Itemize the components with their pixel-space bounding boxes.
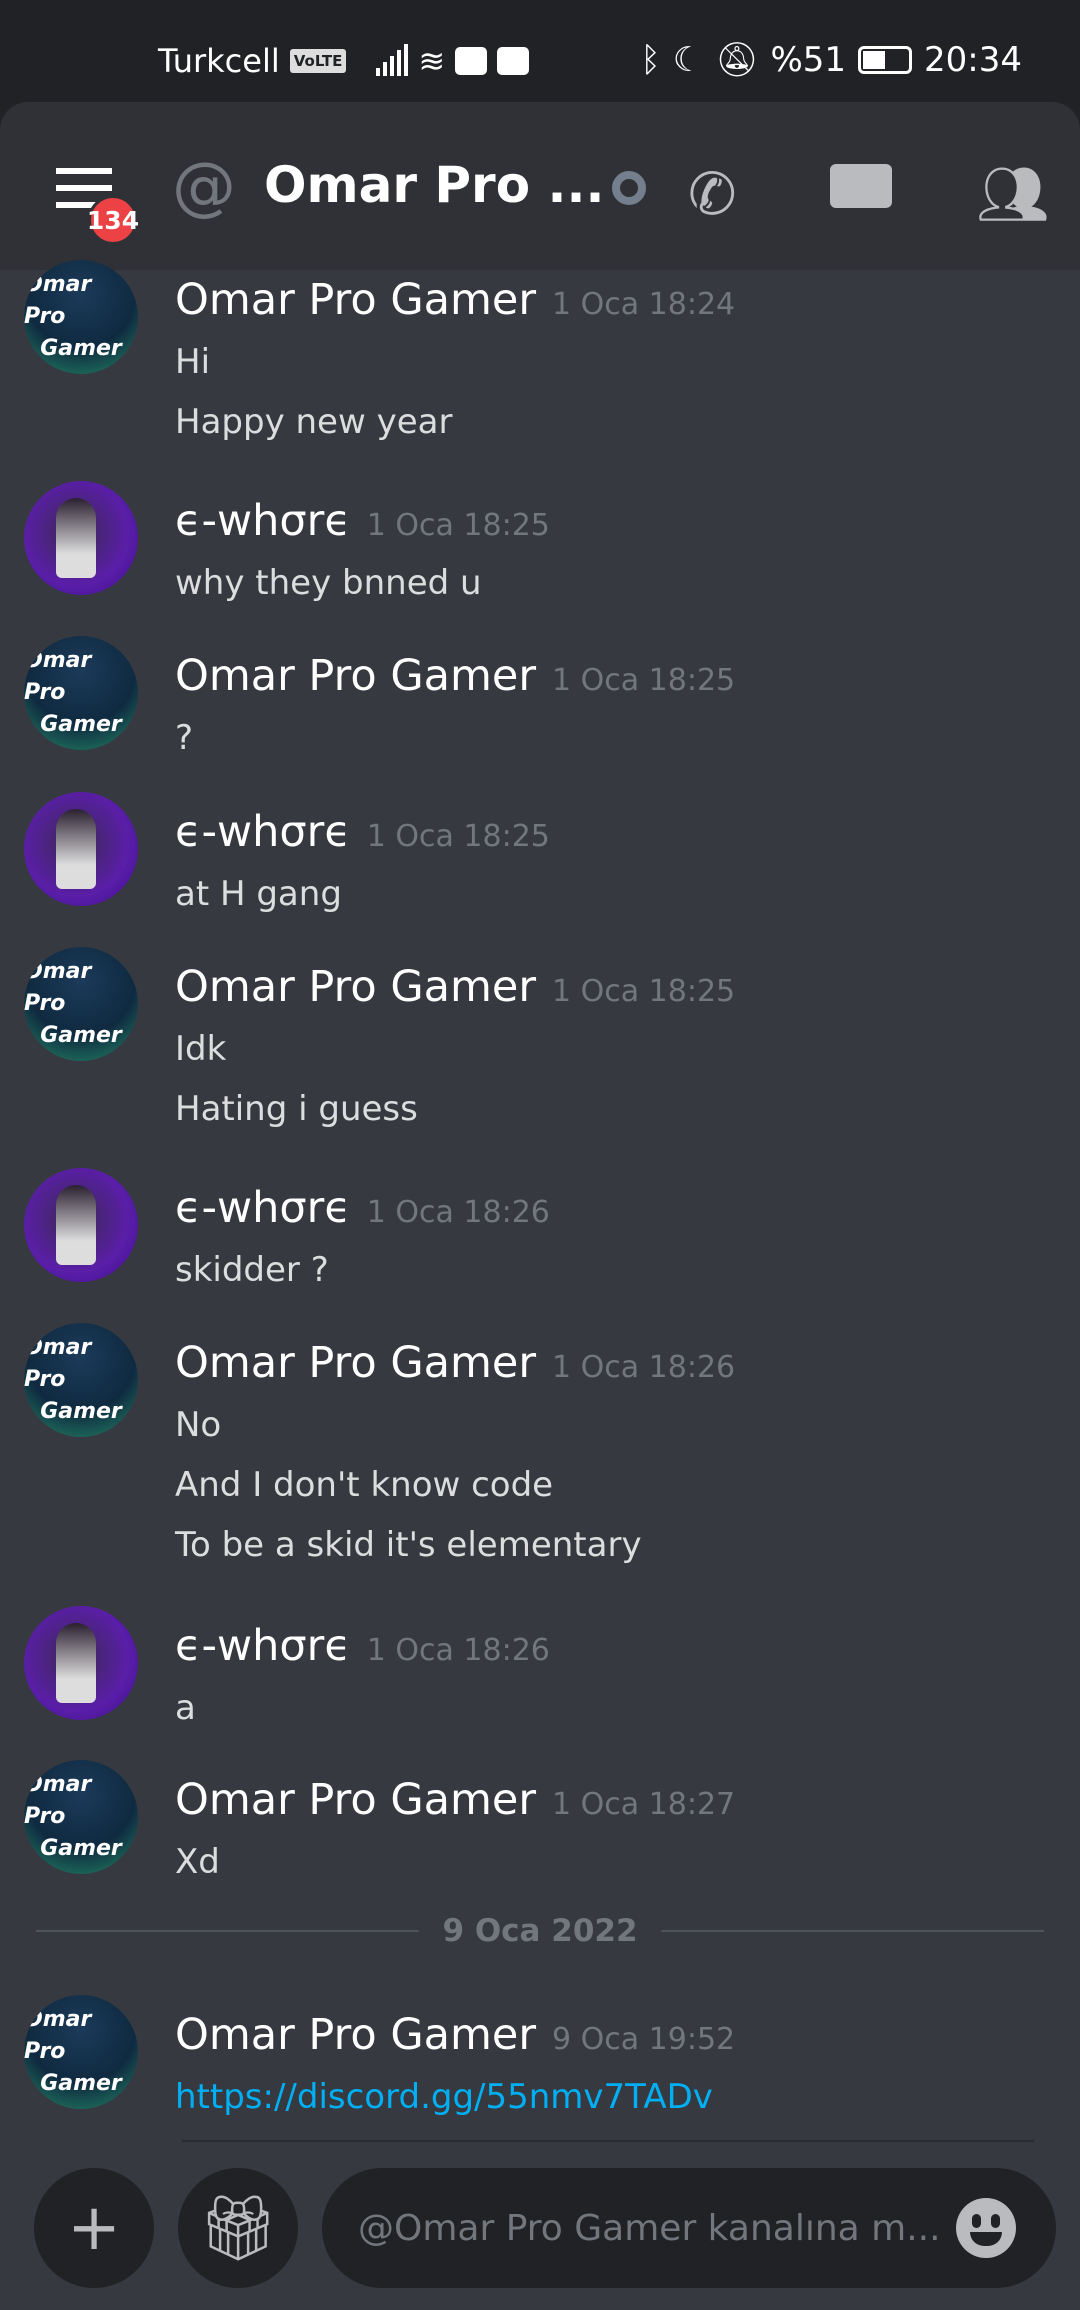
bluetooth-icon: ᛒ (640, 40, 661, 80)
avatar-text: Omar Pro (24, 2007, 92, 2064)
message-text: Xd (175, 1842, 220, 1882)
timestamp: 1 Oca 18:27 (552, 1787, 736, 1822)
avatar-text: Omar Pro (24, 1772, 92, 1829)
members-icon[interactable]: 👥︎ (976, 160, 1050, 229)
author-name[interactable]: ϵ-whσrϵ (175, 1183, 351, 1233)
avatar-text: Gamer (40, 1399, 122, 1424)
clock: 20:34 (924, 40, 1022, 80)
carrier: Turkcell (158, 42, 280, 80)
avatar-figure (56, 809, 96, 889)
timestamp: 1 Oca 18:25 (552, 974, 736, 1009)
author-name[interactable]: ϵ-whσrϵ (175, 1621, 351, 1671)
avatar-figure (56, 1623, 96, 1703)
unread-badge: 134 (87, 195, 139, 245)
avatar-figure (56, 498, 96, 578)
message-text: ? (175, 718, 194, 758)
plus-icon: + (67, 2191, 121, 2265)
message-text: at H gang (175, 874, 342, 914)
message-text: Hi (175, 342, 211, 382)
author-name[interactable]: Omar Pro Gamer (175, 2010, 536, 2060)
timestamp: 1 Oca 18:25 (366, 819, 550, 854)
message-list[interactable] (0, 270, 1080, 2310)
avatar-figure (56, 1185, 96, 1265)
gift-icon: 🎁︎ (197, 2191, 279, 2266)
message-input[interactable]: @Omar Pro Gamer kanalına m... (322, 2168, 1056, 2288)
author-name[interactable]: Omar Pro Gamer (175, 962, 536, 1012)
avatar[interactable] (24, 1168, 138, 1282)
separator (182, 2140, 1034, 2142)
timestamp: 1 Oca 18:24 (552, 287, 736, 322)
avatar-text: Gamer (40, 712, 122, 737)
battery-percent: %51 (770, 40, 847, 80)
author-name[interactable]: Omar Pro Gamer (175, 1338, 536, 1388)
message-text: Hating i guess (175, 1089, 418, 1129)
date-divider: 9 Oca 2022 (36, 1913, 1044, 1949)
timestamp: 1 Oca 18:26 (366, 1195, 550, 1230)
avatar[interactable] (24, 792, 138, 906)
avatar-text: Gamer (40, 1023, 122, 1048)
message-text: Happy new year (175, 402, 453, 442)
gift-button[interactable]: 🎁︎ (178, 2168, 298, 2288)
author-name[interactable]: Omar Pro Gamer (175, 275, 536, 325)
video-call-icon[interactable] (830, 164, 892, 208)
avatar-text: Gamer (40, 2071, 122, 2096)
avatar-text: Omar Pro (24, 648, 92, 705)
message-text: And I don't know code (175, 1465, 554, 1505)
status-offline-icon (612, 171, 646, 205)
avatar[interactable]: Omar Pro Gamer (24, 1323, 138, 1437)
avatar[interactable] (24, 481, 138, 595)
mail-icon (497, 47, 530, 75)
signal-icon (376, 44, 409, 76)
avatar[interactable] (24, 1606, 138, 1720)
wifi-icon: ≋ (418, 42, 446, 80)
at-icon: @ (172, 150, 236, 224)
bell-off-icon: 🔕︎ (715, 40, 759, 80)
author-name[interactable]: Omar Pro Gamer (175, 651, 536, 701)
timestamp: 1 Oca 18:25 (366, 508, 550, 543)
message-link[interactable]: https://discord.gg/55nmv7TADv (175, 2067, 713, 2127)
message-text: a (175, 1688, 196, 1728)
message-text: skidder ? (175, 1250, 329, 1290)
channel-title[interactable]: Omar Pro ... (264, 156, 604, 214)
avatar[interactable]: Omar Pro Gamer (24, 1760, 138, 1874)
battery-icon (858, 46, 913, 74)
timestamp: 1 Oca 18:26 (366, 1633, 550, 1668)
avatar[interactable]: Omar Pro Gamer (24, 636, 138, 750)
date-divider-label: 9 Oca 2022 (418, 1913, 662, 1949)
moon-icon: ☾ (672, 40, 704, 80)
call-icon[interactable]: ✆ (688, 160, 737, 228)
attach-button[interactable]: + (34, 2168, 154, 2288)
avatar-text: Omar Pro (24, 1335, 92, 1392)
timestamp: 9 Oca 19:52 (552, 2022, 736, 2057)
avatar-text: Omar Pro (24, 272, 92, 329)
message-text: Idk (175, 1029, 227, 1069)
status-bar: Turkcell VoLTE ≋ ᛒ ☾ 🔕︎ %51 20:34 (0, 0, 1080, 102)
avatar-text: Gamer (40, 1836, 122, 1861)
message-text: To be a skid it's elementary (175, 1525, 642, 1565)
author-name[interactable]: ϵ-whσrϵ (175, 496, 351, 546)
avatar[interactable]: Omar Pro Gamer (24, 260, 138, 374)
timestamp: 1 Oca 18:26 (552, 1350, 736, 1385)
avatar[interactable]: Omar Pro Gamer (24, 1995, 138, 2109)
youtube-icon (455, 47, 488, 75)
author-name[interactable]: ϵ-whσrϵ (175, 807, 351, 857)
avatar-text: Omar Pro (24, 959, 92, 1016)
avatar[interactable]: Omar Pro Gamer (24, 947, 138, 1061)
author-name[interactable]: Omar Pro Gamer (175, 1775, 536, 1825)
timestamp: 1 Oca 18:25 (552, 663, 736, 698)
emoji-icon[interactable] (956, 2198, 1016, 2258)
avatar-text: Gamer (40, 336, 122, 361)
message-text: why they bnned u (175, 563, 482, 603)
message-text: No (175, 1405, 222, 1445)
message-input-placeholder: @Omar Pro Gamer kanalına m... (358, 2207, 941, 2249)
volte-icon: VoLTE (289, 49, 347, 73)
